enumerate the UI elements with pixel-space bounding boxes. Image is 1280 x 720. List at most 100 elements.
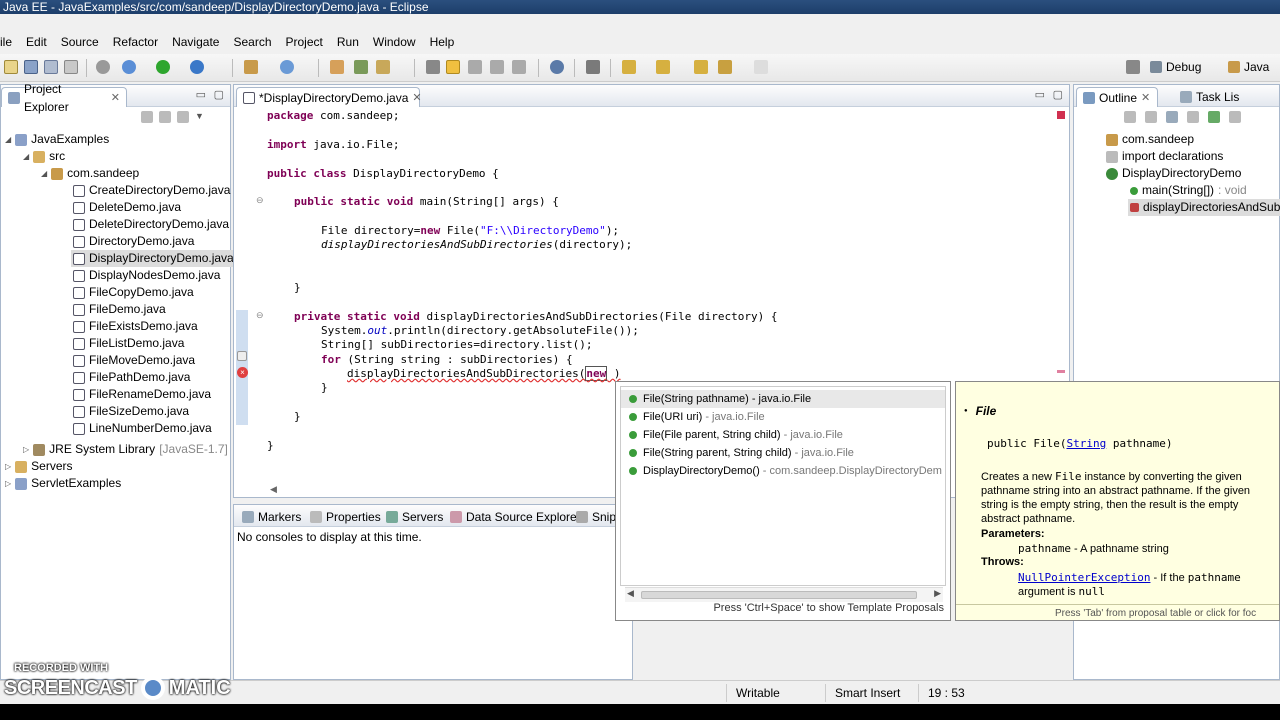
tab-outline[interactable]: Outline ✕ bbox=[1076, 87, 1158, 107]
hide-fields-icon[interactable] bbox=[1166, 111, 1178, 123]
tab-data-source-explorer[interactable]: Data Source Explorer bbox=[444, 507, 587, 527]
tree-item-file[interactable]: FileSizeDemo.java bbox=[73, 403, 189, 420]
debug-icon[interactable] bbox=[122, 60, 136, 74]
menu-refactor[interactable]: Refactor bbox=[106, 35, 165, 49]
overview-error-line[interactable] bbox=[1057, 370, 1065, 373]
tree-item-file[interactable]: DeleteDemo.java bbox=[73, 199, 181, 216]
tree-item-file[interactable]: DirectoryDemo.java bbox=[73, 233, 194, 250]
perspective-debug[interactable]: Debug bbox=[1150, 60, 1201, 74]
tree-item-file[interactable]: FilePathDemo.java bbox=[73, 369, 190, 386]
maximize-icon[interactable]: ▢ bbox=[1053, 88, 1063, 101]
tab-project-explorer[interactable]: Project Explorer ✕ bbox=[1, 82, 127, 114]
show-whitespace-icon[interactable] bbox=[490, 60, 504, 74]
tree-item-file[interactable]: FileListDemo.java bbox=[73, 335, 184, 352]
toggle-mark-occurrences-icon[interactable] bbox=[446, 60, 460, 74]
outline-item-method-selected[interactable]: displayDirectoriesAndSub bbox=[1128, 199, 1280, 216]
back-icon[interactable] bbox=[718, 60, 732, 74]
tree-item-file[interactable]: FileDemo.java bbox=[73, 301, 166, 318]
menu-run[interactable]: Run bbox=[330, 35, 366, 49]
menu-window[interactable]: Window bbox=[366, 35, 423, 49]
tree-item-file[interactable]: FileMoveDemo.java bbox=[73, 352, 195, 369]
close-icon[interactable]: ✕ bbox=[412, 89, 421, 107]
proposal-item[interactable]: File(File parent, String child) - java.i… bbox=[629, 426, 843, 444]
hide-static-icon[interactable] bbox=[1187, 111, 1199, 123]
tree-item-file-selected[interactable]: DisplayDirectoryDemo.java bbox=[71, 250, 236, 267]
perspective-java[interactable]: Java bbox=[1228, 60, 1269, 74]
new-icon[interactable] bbox=[4, 60, 18, 74]
tab-properties[interactable]: Properties bbox=[304, 507, 387, 527]
tree-item-file[interactable]: DeleteDirectoryDemo.java bbox=[73, 216, 229, 233]
tree-item-file[interactable]: LineNumberDemo.java bbox=[73, 420, 212, 437]
open-task-icon[interactable] bbox=[354, 60, 368, 74]
error-icon[interactable]: × bbox=[237, 367, 248, 378]
close-icon[interactable]: ✕ bbox=[1141, 89, 1150, 107]
prev-annotation-icon[interactable] bbox=[656, 60, 670, 74]
toggle-breadcrumb-icon[interactable] bbox=[426, 60, 440, 74]
pin-icon[interactable] bbox=[586, 60, 600, 74]
last-edit-icon[interactable] bbox=[694, 60, 708, 74]
scroll-left-icon[interactable]: ◀ bbox=[627, 588, 634, 599]
view-filter-icon[interactable] bbox=[177, 111, 189, 123]
menu-navigate[interactable]: Navigate bbox=[165, 35, 226, 49]
tree-item-file[interactable]: FileCopyDemo.java bbox=[73, 284, 194, 301]
collapse-all-icon[interactable] bbox=[141, 111, 153, 123]
outline-item-class[interactable]: DisplayDirectoryDemo bbox=[1106, 165, 1241, 182]
web-browser-icon[interactable] bbox=[550, 60, 564, 74]
save-all-icon[interactable] bbox=[44, 60, 58, 74]
tree-item-file[interactable]: FileExistsDemo.java bbox=[73, 318, 198, 335]
scroll-right-icon[interactable]: ▶ bbox=[934, 588, 941, 599]
fold-icon[interactable]: ⊖ bbox=[256, 195, 264, 206]
proposal-item[interactable]: File(URI uri) - java.io.File bbox=[629, 408, 765, 426]
javadoc-popup[interactable]: ● File public File(String pathname) Creat… bbox=[955, 381, 1280, 621]
tree-item-file[interactable]: CreateDirectoryDemo.java bbox=[73, 182, 230, 199]
outline-item-imports[interactable]: import declarations bbox=[1106, 148, 1223, 165]
next-annotation-icon[interactable] bbox=[622, 60, 636, 74]
menu-edit[interactable]: Edit bbox=[19, 35, 54, 49]
minimize-icon[interactable]: ▭ bbox=[196, 88, 206, 101]
view-menu-icon[interactable]: ▼ bbox=[195, 111, 204, 123]
save-icon[interactable] bbox=[24, 60, 38, 74]
menu-help[interactable]: Help bbox=[423, 35, 462, 49]
hide-nonpublic-icon[interactable] bbox=[1208, 111, 1220, 123]
close-icon[interactable]: ✕ bbox=[111, 89, 120, 107]
debug-settings-icon[interactable] bbox=[96, 60, 110, 74]
new-web-icon[interactable] bbox=[280, 60, 294, 74]
tab-servers[interactable]: Servers bbox=[380, 507, 449, 527]
menu-file[interactable]: ile bbox=[0, 35, 19, 49]
open-type-icon[interactable] bbox=[330, 60, 344, 74]
tree-item-src[interactable]: ◢ src bbox=[23, 148, 65, 165]
menu-source[interactable]: Source bbox=[54, 35, 106, 49]
tree-item-servers[interactable]: ▷ Servers bbox=[5, 458, 73, 475]
tree-item-jre[interactable]: ▷ JRE System Library [JavaSE-1.7] bbox=[23, 441, 228, 458]
run-icon[interactable] bbox=[156, 60, 170, 74]
scrollbar-thumb[interactable] bbox=[641, 591, 917, 599]
print-icon[interactable] bbox=[64, 60, 78, 74]
horizontal-scrollbar[interactable]: ◀ ▶ bbox=[625, 587, 943, 602]
outline-item-package[interactable]: com.sandeep bbox=[1106, 131, 1194, 148]
new-server-icon[interactable] bbox=[244, 60, 258, 74]
sort-icon[interactable] bbox=[1145, 111, 1157, 123]
tab-editor-file[interactable]: *DisplayDirectoryDemo.java ✕ bbox=[236, 87, 422, 107]
tree-item-package[interactable]: ◢ com.sandeep bbox=[41, 165, 139, 182]
link-editor-icon[interactable] bbox=[159, 111, 171, 123]
menu-project[interactable]: Project bbox=[279, 35, 330, 49]
collapse-all-icon[interactable] bbox=[1124, 111, 1136, 123]
scroll-left-icon[interactable]: ◀ bbox=[270, 484, 277, 495]
tree-item-file[interactable]: FileRenameDemo.java bbox=[73, 386, 211, 403]
search-toolbar-icon[interactable] bbox=[376, 60, 390, 74]
block-selection-icon[interactable] bbox=[468, 60, 482, 74]
proposal-item[interactable]: DisplayDirectoryDemo() - com.sandeep.Dis… bbox=[629, 462, 945, 480]
tree-item-project[interactable]: ◢ JavaExamples bbox=[5, 131, 109, 148]
open-perspective-icon[interactable] bbox=[1126, 60, 1140, 74]
maximize-icon[interactable]: ▢ bbox=[214, 88, 224, 101]
overview-error-marker[interactable] bbox=[1057, 111, 1065, 119]
hide-local-types-icon[interactable] bbox=[1229, 111, 1241, 123]
tab-markers[interactable]: Markers bbox=[236, 507, 307, 527]
fold-icon[interactable]: ⊖ bbox=[256, 310, 264, 321]
outline-item-method[interactable]: main(String[]): void bbox=[1130, 182, 1247, 199]
proposal-item[interactable]: File(String pathname) - java.io.File bbox=[629, 390, 811, 408]
menu-search[interactable]: Search bbox=[226, 35, 278, 49]
forward-icon[interactable] bbox=[754, 60, 768, 74]
external-tools-icon[interactable] bbox=[190, 60, 204, 74]
tab-task-list[interactable]: Task Lis bbox=[1174, 87, 1245, 107]
